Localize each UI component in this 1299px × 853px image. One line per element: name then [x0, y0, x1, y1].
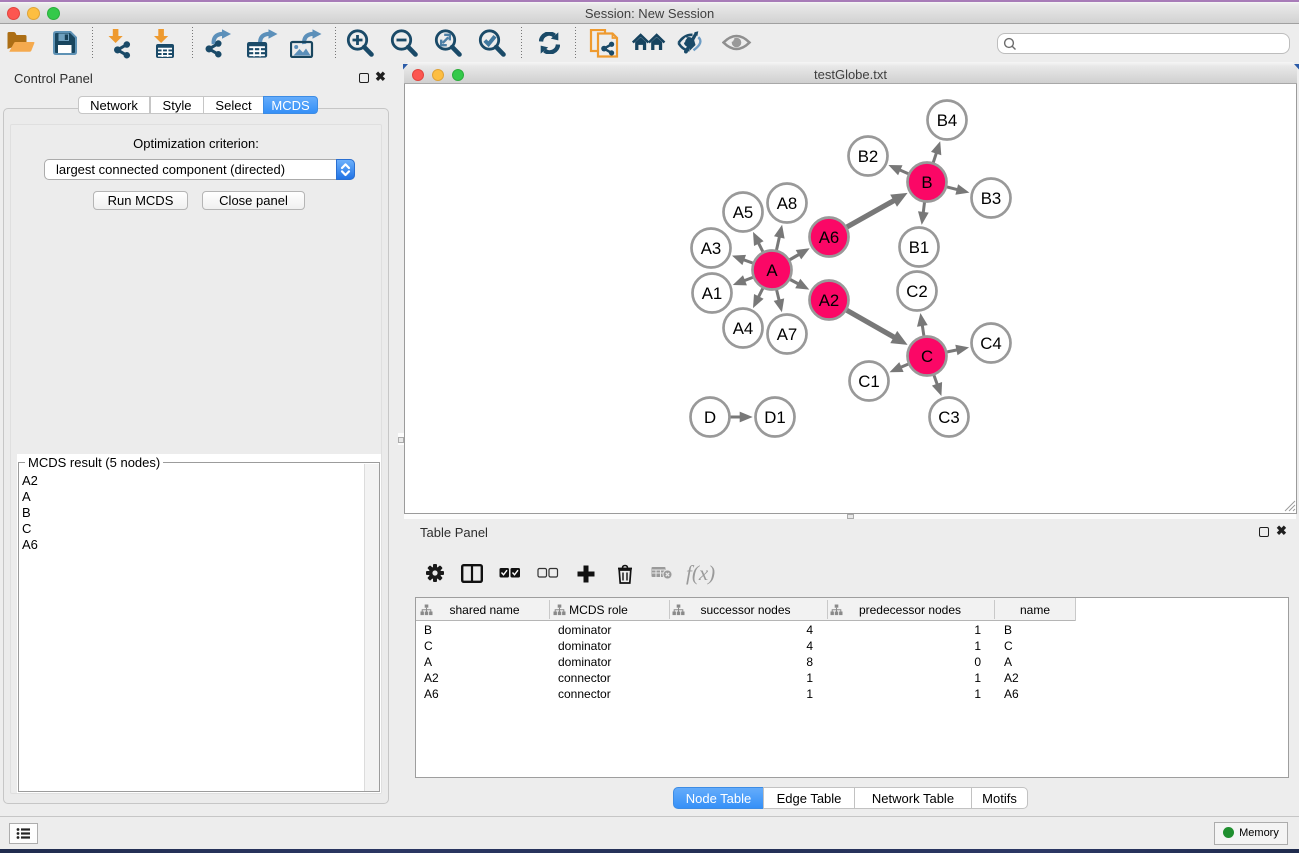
- svg-text:C4: C4: [980, 334, 1001, 353]
- svg-text:C: C: [921, 347, 933, 366]
- svg-text:C3: C3: [938, 408, 959, 427]
- svg-text:D: D: [704, 408, 716, 427]
- svg-text:B1: B1: [909, 238, 930, 257]
- svg-text:A4: A4: [733, 319, 754, 338]
- svg-text:A1: A1: [702, 284, 723, 303]
- svg-text:A2: A2: [819, 291, 840, 310]
- svg-text:C1: C1: [858, 372, 879, 391]
- svg-text:A: A: [766, 261, 778, 280]
- svg-text:A5: A5: [733, 203, 754, 222]
- svg-text:A8: A8: [777, 194, 798, 213]
- svg-text:C2: C2: [906, 282, 927, 301]
- svg-text:A3: A3: [701, 239, 722, 258]
- svg-text:A7: A7: [777, 325, 798, 344]
- svg-text:B: B: [921, 173, 932, 192]
- svg-text:B4: B4: [937, 111, 958, 130]
- svg-text:D1: D1: [764, 408, 785, 427]
- svg-text:A6: A6: [819, 228, 840, 247]
- svg-text:B2: B2: [858, 147, 879, 166]
- svg-text:B3: B3: [981, 189, 1002, 208]
